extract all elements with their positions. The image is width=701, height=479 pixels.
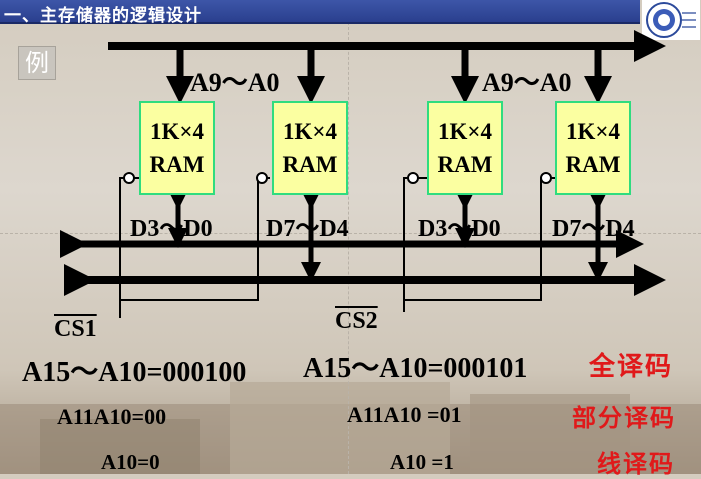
chip-type: RAM <box>565 152 621 177</box>
chip-type: RAM <box>149 152 205 177</box>
line-decode-right: A10 =1 <box>390 450 454 474</box>
chip-capacity: 1K×4 <box>566 119 620 144</box>
cs1-pin-b <box>256 172 268 184</box>
chip-capacity: 1K×4 <box>438 119 492 144</box>
data-label-1: D3～D0 <box>130 216 213 242</box>
chip-type: RAM <box>282 152 338 177</box>
cs1-pin-a <box>123 172 135 184</box>
full-decode-method: 全译码 <box>589 352 674 382</box>
ram-chip-4: 1K×4 RAM <box>555 101 631 195</box>
chip-capacity: 1K×4 <box>150 119 204 144</box>
data-label-3: D3～D0 <box>418 216 501 242</box>
ram-chip-3: 1K×4 RAM <box>427 101 503 195</box>
data-label-4: D7～D4 <box>552 216 635 242</box>
chip-select-label-2: CS2 <box>335 308 378 334</box>
data-label-2: D7～D4 <box>266 216 349 242</box>
chip-type: RAM <box>437 152 493 177</box>
full-decode-left: A15～A10=000100 <box>22 357 247 388</box>
line-decode-left: A10=0 <box>101 450 160 474</box>
cs2-pin-a <box>407 172 419 184</box>
address-label-left: A9～A0 <box>190 68 280 97</box>
address-label-right: A9～A0 <box>482 68 572 97</box>
cs2-pin-b <box>540 172 552 184</box>
ram-chip-2: 1K×4 RAM <box>272 101 348 195</box>
partial-decode-right: A11A10 =01 <box>347 402 462 427</box>
chip-select-label-1: CS1 <box>54 316 97 342</box>
full-decode-right: A15～A10=000101 <box>303 353 528 384</box>
ram-chip-1: 1K×4 RAM <box>139 101 215 195</box>
chip-capacity: 1K×4 <box>283 119 337 144</box>
partial-decode-method: 部分译码 <box>572 403 676 432</box>
partial-decode-left: A11A10=00 <box>57 404 167 429</box>
cs1-line-a <box>119 177 139 318</box>
